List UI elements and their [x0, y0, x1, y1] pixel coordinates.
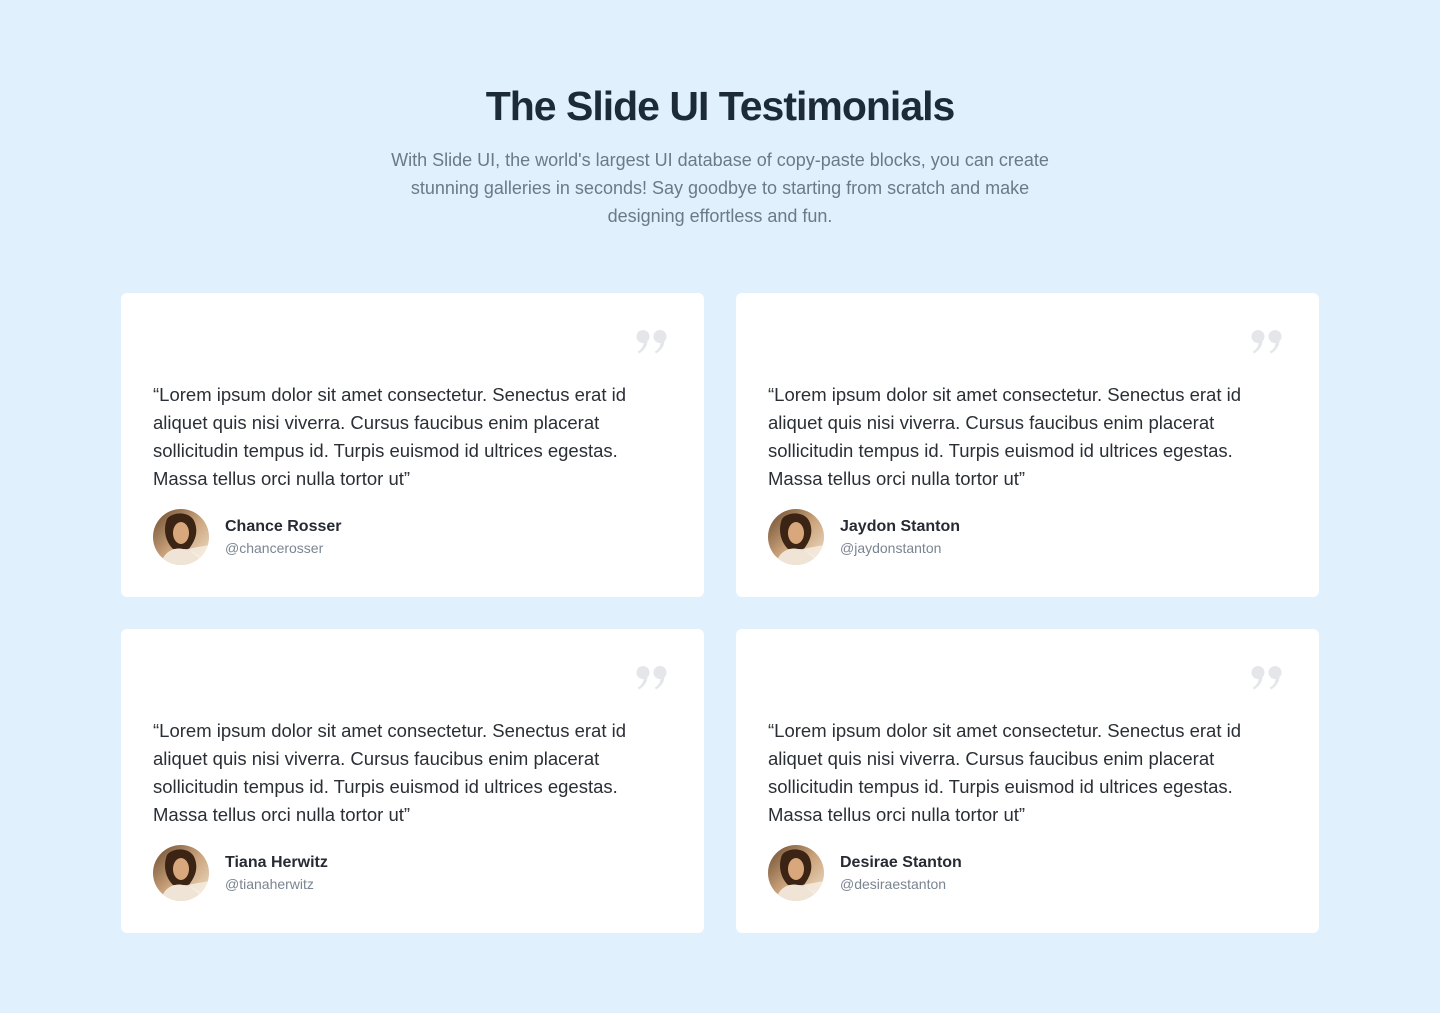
testimonial-card: “Lorem ipsum dolor sit amet consectetur.… — [736, 293, 1319, 597]
author-info: Jaydon Stanton @jaydonstanton — [840, 516, 960, 558]
author-name: Desirae Stanton — [840, 854, 962, 871]
author-handle: @jaydonstanton — [840, 540, 942, 556]
avatar — [768, 845, 824, 901]
testimonial-card: “Lorem ipsum dolor sit amet consectetur.… — [121, 293, 704, 597]
quote-icon — [1251, 666, 1282, 690]
testimonials-page: The Slide UI Testimonials With Slide UI,… — [0, 0, 1440, 1013]
avatar — [153, 509, 209, 565]
testimonial-author: Jaydon Stanton @jaydonstanton — [768, 509, 960, 565]
page-title: The Slide UI Testimonials — [485, 83, 956, 129]
testimonial-author: Tiana Herwitz @tianaherwitz — [153, 845, 328, 901]
author-handle: @chancerosser — [225, 540, 324, 556]
quote-icon — [636, 330, 667, 354]
testimonial-quote: “Lorem ipsum dolor sit amet consectetur.… — [153, 720, 626, 825]
testimonial-quote: “Lorem ipsum dolor sit amet consectetur.… — [768, 720, 1241, 825]
testimonial-author: Desirae Stanton @desiraestanton — [768, 845, 962, 901]
testimonial-author: Chance Rosser @chancerosser — [153, 509, 342, 565]
avatar — [153, 845, 209, 901]
author-info: Tiana Herwitz @tianaherwitz — [225, 852, 328, 894]
section-header: The Slide UI Testimonials With Slide UI,… — [0, 80, 1440, 230]
testimonial-card: “Lorem ipsum dolor sit amet consectetur.… — [121, 629, 704, 933]
author-handle: @tianaherwitz — [225, 876, 314, 892]
author-name: Chance Rosser — [225, 518, 342, 535]
author-name: Jaydon Stanton — [840, 518, 961, 535]
author-info: Desirae Stanton @desiraestanton — [840, 852, 962, 894]
author-info: Chance Rosser @chancerosser — [225, 516, 342, 558]
page-subtitle: With Slide UI, the world's largest UI da… — [391, 150, 1049, 226]
author-name: Tiana Herwitz — [225, 854, 328, 871]
avatar — [768, 509, 824, 565]
testimonial-quote: “Lorem ipsum dolor sit amet consectetur.… — [768, 384, 1241, 489]
testimonial-card: “Lorem ipsum dolor sit amet consectetur.… — [736, 629, 1319, 933]
quote-icon — [1251, 330, 1282, 354]
quote-icon — [636, 666, 667, 690]
testimonial-quote: “Lorem ipsum dolor sit amet consectetur.… — [153, 384, 626, 489]
author-handle: @desiraestanton — [840, 876, 947, 892]
